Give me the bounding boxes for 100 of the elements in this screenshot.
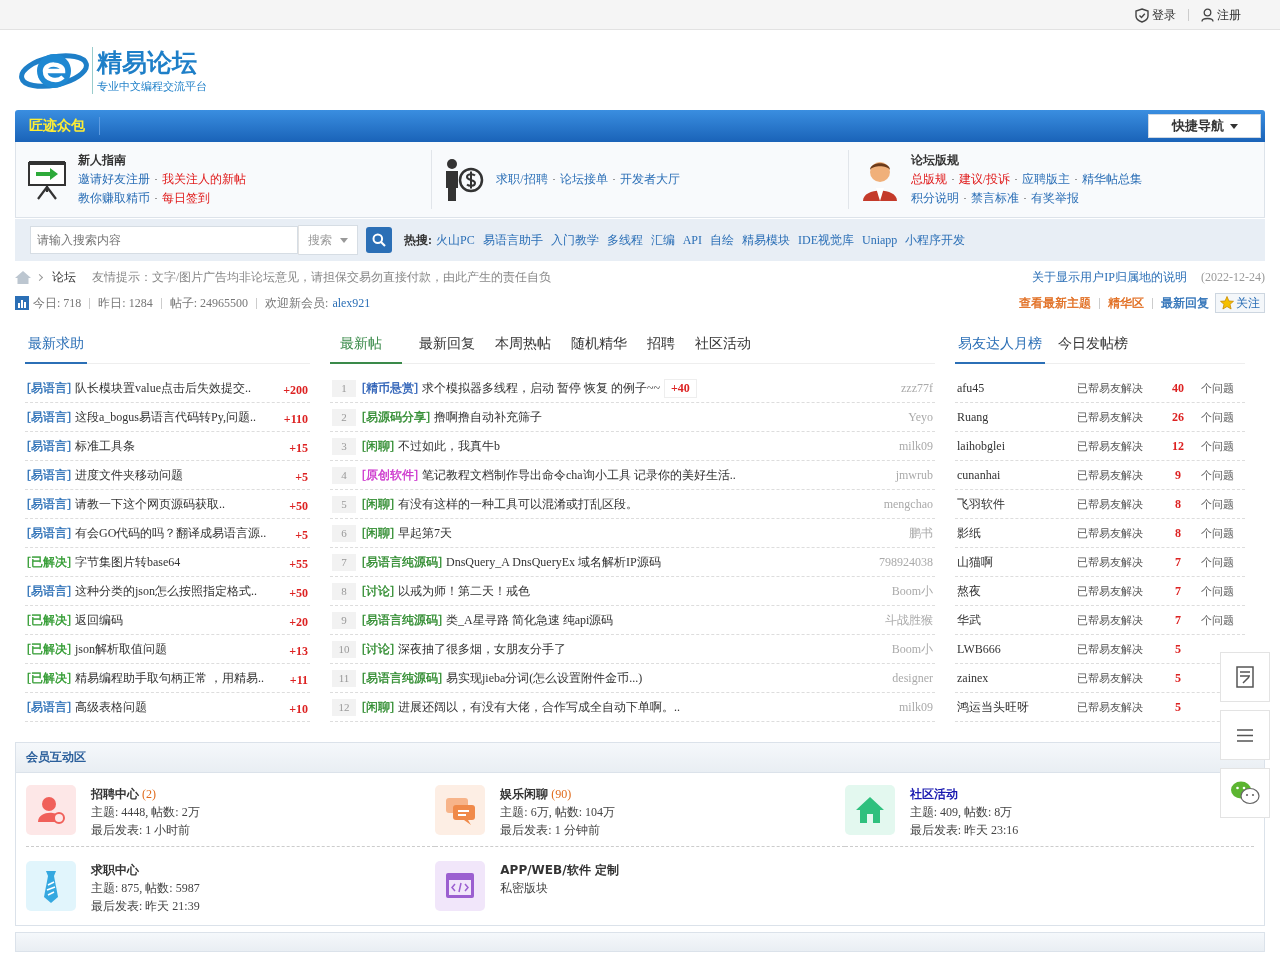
thread-link[interactable]: 返回编码 (75, 611, 123, 629)
thread-link[interactable]: 不过如此，我真牛b (398, 437, 500, 455)
hot-search-link[interactable]: Uniapp (862, 232, 898, 248)
user-link[interactable]: LWB666 (957, 641, 1077, 657)
breadcrumb-link[interactable]: 论坛 (52, 268, 76, 286)
hot-search-link[interactable]: 火山PC (436, 231, 475, 249)
quick-link[interactable]: 查看最新主题 (1019, 294, 1091, 312)
category-tag[interactable]: [易语言] (27, 466, 71, 484)
tab[interactable]: 今日发帖榜 (1055, 328, 1131, 364)
category-tag[interactable]: [易源码分享] (362, 408, 430, 426)
user-link[interactable]: 飞羽软件 (957, 495, 1077, 513)
category-tag[interactable]: [已解决] (27, 640, 71, 658)
guide-link[interactable]: 每日签到 (162, 190, 210, 207)
forum-link[interactable]: APP/WEB/软件 定制 (500, 861, 619, 879)
guide-link[interactable]: 教你赚取精币 (78, 190, 150, 207)
guide-link[interactable]: 求职/招聘 (496, 171, 548, 188)
thread-link[interactable]: 字节集图片转base64 (75, 553, 181, 571)
category-tag[interactable]: [讨论] (362, 582, 394, 600)
category-tag[interactable]: [易语言] (27, 582, 71, 600)
guide-link[interactable]: 精华帖总集 (1082, 171, 1142, 188)
code-window-icon[interactable] (435, 861, 486, 911)
hot-search-link[interactable]: 多线程 (606, 231, 643, 249)
category-tag[interactable]: [已解决] (27, 553, 71, 571)
category-tag[interactable]: [闲聊] (362, 437, 394, 455)
category-tag[interactable]: [易语言] (27, 524, 71, 542)
home-icon[interactable] (15, 270, 31, 284)
guide-link[interactable]: 总版规 (910, 171, 947, 188)
category-tag[interactable]: [易语言纯源码] (362, 611, 442, 629)
user-link[interactable]: 熬夜 (957, 582, 1077, 600)
thread-link[interactable]: 早起第7天 (398, 524, 452, 542)
thread-link[interactable]: 高级表格问题 (75, 698, 147, 716)
notice-link[interactable]: 关于显示用户IP归属地的说明 (1032, 268, 1187, 286)
category-tag[interactable]: [已解决] (27, 611, 71, 629)
category-tag[interactable]: [易语言] (27, 408, 71, 426)
category-tag[interactable]: [闲聊] (362, 698, 394, 716)
category-tag[interactable]: [易语言] (27, 495, 71, 513)
guide-link[interactable]: 应聘版主 (1022, 171, 1070, 188)
guide-link[interactable]: 邀请好友注册 (78, 171, 150, 188)
tab[interactable]: 社区活动 (692, 328, 754, 364)
hot-search-link[interactable]: 易语言助手 (482, 231, 543, 249)
tab[interactable]: 随机精华 (568, 328, 630, 364)
thread-link[interactable]: 标准工具条 (75, 437, 135, 455)
thread-link[interactable]: 撸啊撸自动补充筛子 (434, 408, 542, 426)
quick-nav-button[interactable]: 快捷导航 (1148, 114, 1261, 138)
category-tag[interactable]: [闲聊] (362, 524, 394, 542)
user-link[interactable]: Ruang (957, 409, 1077, 425)
thread-link[interactable]: 有会GO代码的吗？翻译成易语言源.. (75, 524, 267, 542)
user-link[interactable]: laihobglei (957, 438, 1077, 454)
search-type-dropdown[interactable]: 搜索 (298, 225, 358, 255)
quick-link[interactable]: 精华区 (1108, 294, 1144, 312)
thread-link[interactable]: 这种分类的json怎么按照指定格式.. (75, 582, 257, 600)
guide-link[interactable]: 积分说明 (910, 190, 959, 207)
login-link[interactable]: 登录 (1131, 6, 1180, 24)
post-button[interactable] (1220, 652, 1270, 702)
member-link[interactable]: alex921 (332, 295, 371, 311)
forum-link[interactable]: 求职中心 (91, 861, 139, 879)
thread-link[interactable]: 队长模块置value点击后失效提交.. (75, 379, 251, 397)
user-link[interactable]: cunanhai (957, 467, 1077, 483)
user-link[interactable]: 鸿运当头旺呀 (957, 698, 1077, 716)
category-tag[interactable]: [易语言] (27, 379, 71, 397)
thread-link[interactable]: 进展还阔以，有没有大佬，合作写成全自动下单啊。.. (398, 698, 680, 716)
follow-button[interactable]: 关注 (1215, 293, 1265, 313)
forum-link[interactable]: 招聘中心 (91, 785, 139, 803)
guide-link[interactable]: 开发者大厅 (619, 171, 680, 188)
thread-link[interactable]: 求个模拟器多线程，启动 暂停 恢复 的例子~~ (422, 379, 660, 397)
category-tag[interactable]: [精币悬赏] (362, 379, 418, 397)
guide-link[interactable]: 禁言标准 (970, 190, 1019, 207)
hot-search-link[interactable]: API (682, 232, 703, 248)
guide-link[interactable]: 建议/投诉 (958, 171, 1010, 188)
thread-link[interactable]: 以戒为师！第二天！戒色 (398, 582, 530, 600)
user-link[interactable]: afu45 (957, 380, 1077, 396)
category-tag[interactable]: [已解决] (27, 669, 71, 687)
tab[interactable]: 招聘 (644, 328, 678, 364)
guide-link[interactable]: 我关注人的新帖 (162, 171, 246, 188)
quick-link[interactable]: 最新回复 (1161, 294, 1209, 312)
thread-link[interactable]: 这段a_bogus易语言代码转Py,问题.. (75, 408, 256, 426)
tab[interactable]: 本周热帖 (492, 328, 554, 364)
category-tag[interactable]: [易语言] (27, 698, 71, 716)
hot-search-link[interactable]: 精易模块 (742, 231, 791, 249)
category-tag[interactable]: [易语言] (27, 437, 71, 455)
thread-link[interactable]: 进度文件夹移动问题 (75, 466, 183, 484)
thread-link[interactable]: 笔记教程文档制作导出命令cha询小工具 记录你的美好生活.. (422, 466, 736, 484)
category-tag[interactable]: [易语言纯源码] (362, 553, 442, 571)
thread-link[interactable]: DnsQuery_A DnsQueryEx 域名解析IP源码 (446, 553, 661, 571)
search-button[interactable] (366, 227, 392, 253)
tie-icon[interactable] (26, 861, 76, 911)
guide-link[interactable]: 论坛接单 (559, 171, 608, 188)
thread-link[interactable]: 类_A星寻路 简化急速 纯api源码 (446, 611, 614, 629)
hot-search-link[interactable]: IDE视觉库 (798, 231, 855, 249)
category-tag[interactable]: [易语言纯源码] (362, 669, 442, 687)
forum-link[interactable]: 娱乐闲聊 (500, 785, 549, 803)
category-tag[interactable]: [闲聊] (362, 495, 394, 513)
thread-link[interactable]: json解析取值问题 (75, 640, 167, 658)
user-link[interactable]: 山猫啊 (957, 553, 1077, 571)
user-link[interactable]: zainex (957, 670, 1077, 686)
menu-button[interactable] (1220, 710, 1270, 760)
thread-link[interactable]: 有没有这样的一种工具可以混淆或打乱区段。 (398, 495, 638, 513)
hot-search-link[interactable]: 小程序开发 (905, 231, 966, 249)
user-icon[interactable] (26, 785, 76, 835)
hot-search-link[interactable]: 入门教学 (550, 231, 599, 249)
